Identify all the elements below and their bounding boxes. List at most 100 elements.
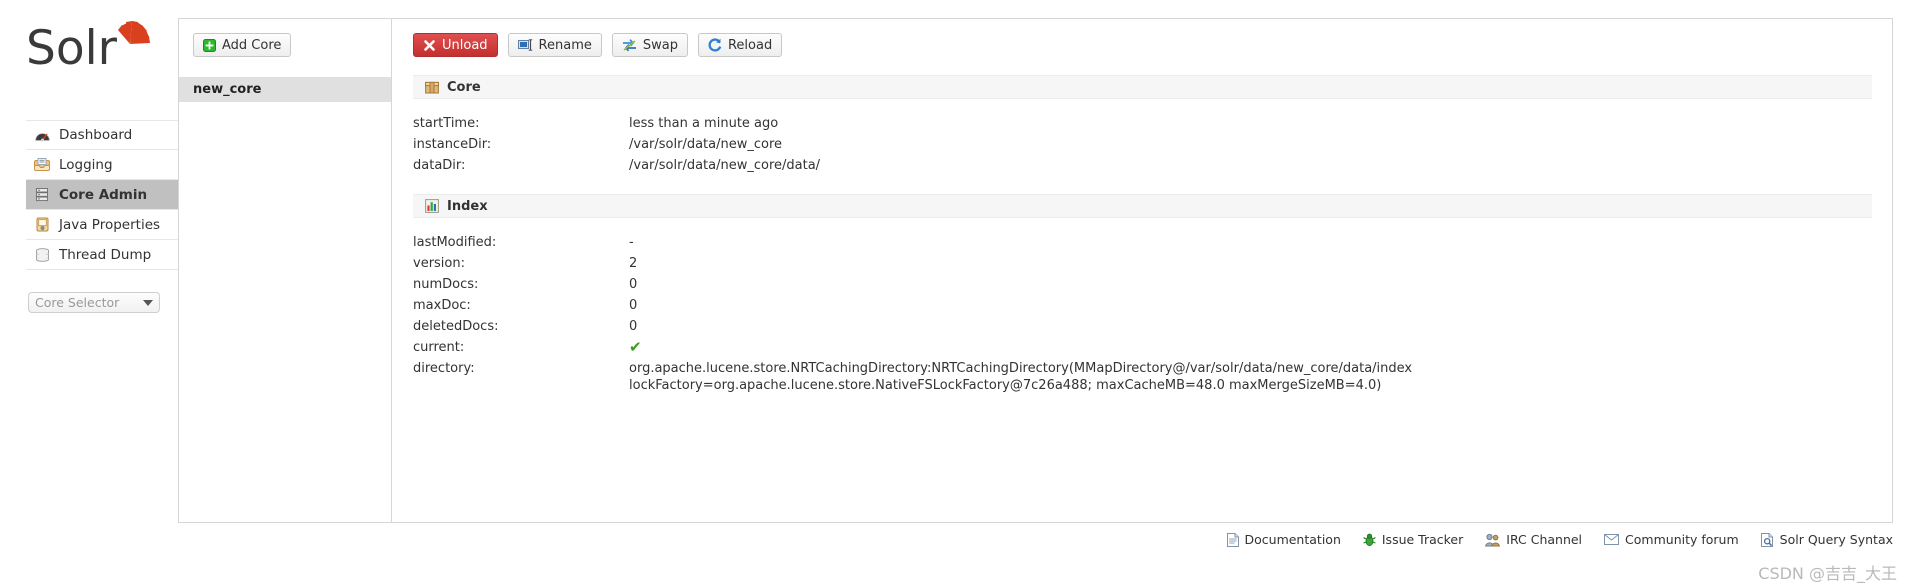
chevron-down-icon: [143, 299, 153, 306]
java-properties-icon: [32, 217, 52, 233]
core-properties-table: startTime: less than a minute ago instan…: [413, 113, 1872, 176]
package-box-icon: [425, 80, 439, 94]
reload-icon: [708, 38, 722, 52]
core-selector-dropdown[interactable]: Core Selector: [28, 292, 160, 313]
row-value: 0: [629, 277, 638, 292]
swap-icon: [622, 38, 637, 52]
add-core-button[interactable]: Add Core: [193, 33, 292, 57]
core-selector-label: Core Selector: [35, 295, 120, 310]
footer-link-irc-channel[interactable]: IRC Channel: [1485, 532, 1582, 547]
table-row: deletedDocs: 0: [413, 316, 1872, 337]
row-value: /var/solr/data/new_core: [629, 137, 783, 152]
row-key: instanceDir:: [413, 137, 492, 152]
unload-button[interactable]: Unload: [413, 33, 498, 57]
table-row: instanceDir: /var/solr/data/new_core: [413, 134, 1872, 155]
sidebar-item-label: Thread Dump: [59, 246, 152, 263]
sidebar-item-core-admin[interactable]: Core Admin: [26, 180, 178, 210]
row-value: less than a minute ago: [629, 116, 779, 131]
swap-button[interactable]: Swap: [611, 33, 688, 57]
sidebar-item-label: Dashboard: [59, 127, 133, 143]
table-row: lastModified: -: [413, 232, 1872, 253]
footer-link-label: IRC Channel: [1506, 532, 1583, 547]
users-icon: [1485, 533, 1501, 547]
thread-dump-icon: [32, 247, 52, 263]
solr-logo[interactable]: Solr: [26, 18, 166, 80]
core-list-toolbar: Add Core: [179, 19, 391, 57]
row-key: directory:: [413, 361, 475, 376]
footer-link-issue-tracker[interactable]: Issue Tracker: [1363, 532, 1463, 547]
current-status-check-icon: ✔: [629, 338, 642, 356]
row-value: 2: [629, 256, 638, 271]
swap-label: Swap: [642, 37, 678, 53]
table-row: numDocs: 0: [413, 274, 1872, 295]
sidebar-item-label: Logging: [59, 156, 113, 173]
watermark: CSDN @吉吉_大王: [1758, 564, 1897, 583]
table-row: maxDoc: 0: [413, 295, 1872, 316]
row-key: maxDoc:: [413, 298, 471, 313]
sidebar-item-label: Java Properties: [59, 216, 161, 233]
footer-link-solr-query-syntax[interactable]: Solr Query Syntax: [1760, 532, 1893, 547]
row-key: dataDir:: [413, 158, 466, 173]
core-detail-panel: Unload Rename Swap Reload Core startTime…: [393, 19, 1892, 522]
content-frame: Add Core new_core Unload Rename Swap Rel…: [178, 18, 1893, 523]
mail-icon: [1604, 534, 1620, 545]
sidebar-item-dashboard[interactable]: Dashboard: [26, 120, 178, 150]
logging-icon: [32, 157, 52, 173]
dashboard-gauge-icon: [32, 127, 52, 143]
sidebar-item-thread-dump[interactable]: Thread Dump: [26, 240, 178, 270]
row-value: 0: [629, 319, 638, 334]
row-value: -: [629, 235, 634, 250]
svg-text:Solr: Solr: [26, 21, 118, 76]
core-list-panel: Add Core new_core: [179, 19, 392, 522]
footer-links: Documentation Issue Tracker IRC Channel …: [178, 532, 1893, 547]
row-key: startTime:: [413, 116, 480, 131]
sidebar: Solr Dashboard Logging Core Admin Java P…: [0, 0, 178, 540]
unload-red-x-icon: [423, 39, 436, 52]
solr-admin-page: Solr Dashboard Logging Core Admin Java P…: [0, 0, 1909, 586]
row-value: 0: [629, 298, 638, 313]
row-key: deletedDocs:: [413, 319, 499, 334]
rename-label: Rename: [538, 37, 592, 53]
row-value: org.apache.lucene.store.NRTCachingDirect…: [629, 361, 1413, 393]
section-header-index: Index: [413, 194, 1872, 218]
rename-icon: [517, 39, 533, 51]
add-core-label: Add Core: [222, 37, 282, 53]
core-action-bar: Unload Rename Swap Reload: [393, 19, 1892, 57]
footer-link-label: Documentation: [1244, 532, 1341, 547]
section-title: Core: [447, 79, 481, 95]
table-row: directory: org.apache.lucene.store.NRTCa…: [413, 358, 1872, 394]
core-admin-icon: [32, 187, 52, 203]
footer-link-community-forum[interactable]: Community forum: [1604, 532, 1739, 547]
footer-link-label: Solr Query Syntax: [1779, 532, 1893, 547]
row-key: numDocs:: [413, 277, 479, 292]
reload-button[interactable]: Reload: [697, 33, 783, 57]
row-key: lastModified:: [413, 235, 497, 250]
sidebar-item-logging[interactable]: Logging: [26, 150, 178, 180]
core-name-label: new_core: [193, 82, 262, 97]
unload-label: Unload: [442, 37, 488, 53]
footer-link-label: Community forum: [1625, 532, 1739, 547]
row-key: version:: [413, 256, 465, 271]
section-title: Index: [447, 198, 488, 214]
table-row: version: 2: [413, 253, 1872, 274]
footer-link-label: Issue Tracker: [1381, 532, 1464, 547]
section-header-core: Core: [413, 75, 1872, 99]
core-list-item-new-core[interactable]: new_core: [179, 77, 391, 102]
table-row: current: ✔: [413, 337, 1872, 358]
sidebar-item-label: Core Admin: [59, 186, 148, 203]
rename-button[interactable]: Rename: [507, 33, 602, 57]
document-icon: [1226, 532, 1239, 547]
reload-label: Reload: [727, 37, 773, 53]
bar-chart-icon: [425, 199, 439, 213]
table-row: dataDir: /var/solr/data/new_core/data/: [413, 155, 1872, 176]
sidebar-nav: Dashboard Logging Core Admin Java Proper…: [26, 120, 178, 270]
row-value: /var/solr/data/new_core/data/: [629, 158, 821, 173]
footer-link-documentation[interactable]: Documentation: [1226, 532, 1341, 547]
plus-green-icon: [203, 38, 216, 52]
search-doc-icon: [1760, 532, 1774, 547]
bug-icon: [1363, 533, 1376, 547]
table-row: startTime: less than a minute ago: [413, 113, 1872, 134]
row-key: current:: [413, 340, 465, 355]
sidebar-item-java-properties[interactable]: Java Properties: [26, 210, 178, 240]
index-properties-table: lastModified: - version: 2 numDocs: 0 ma…: [413, 232, 1872, 394]
